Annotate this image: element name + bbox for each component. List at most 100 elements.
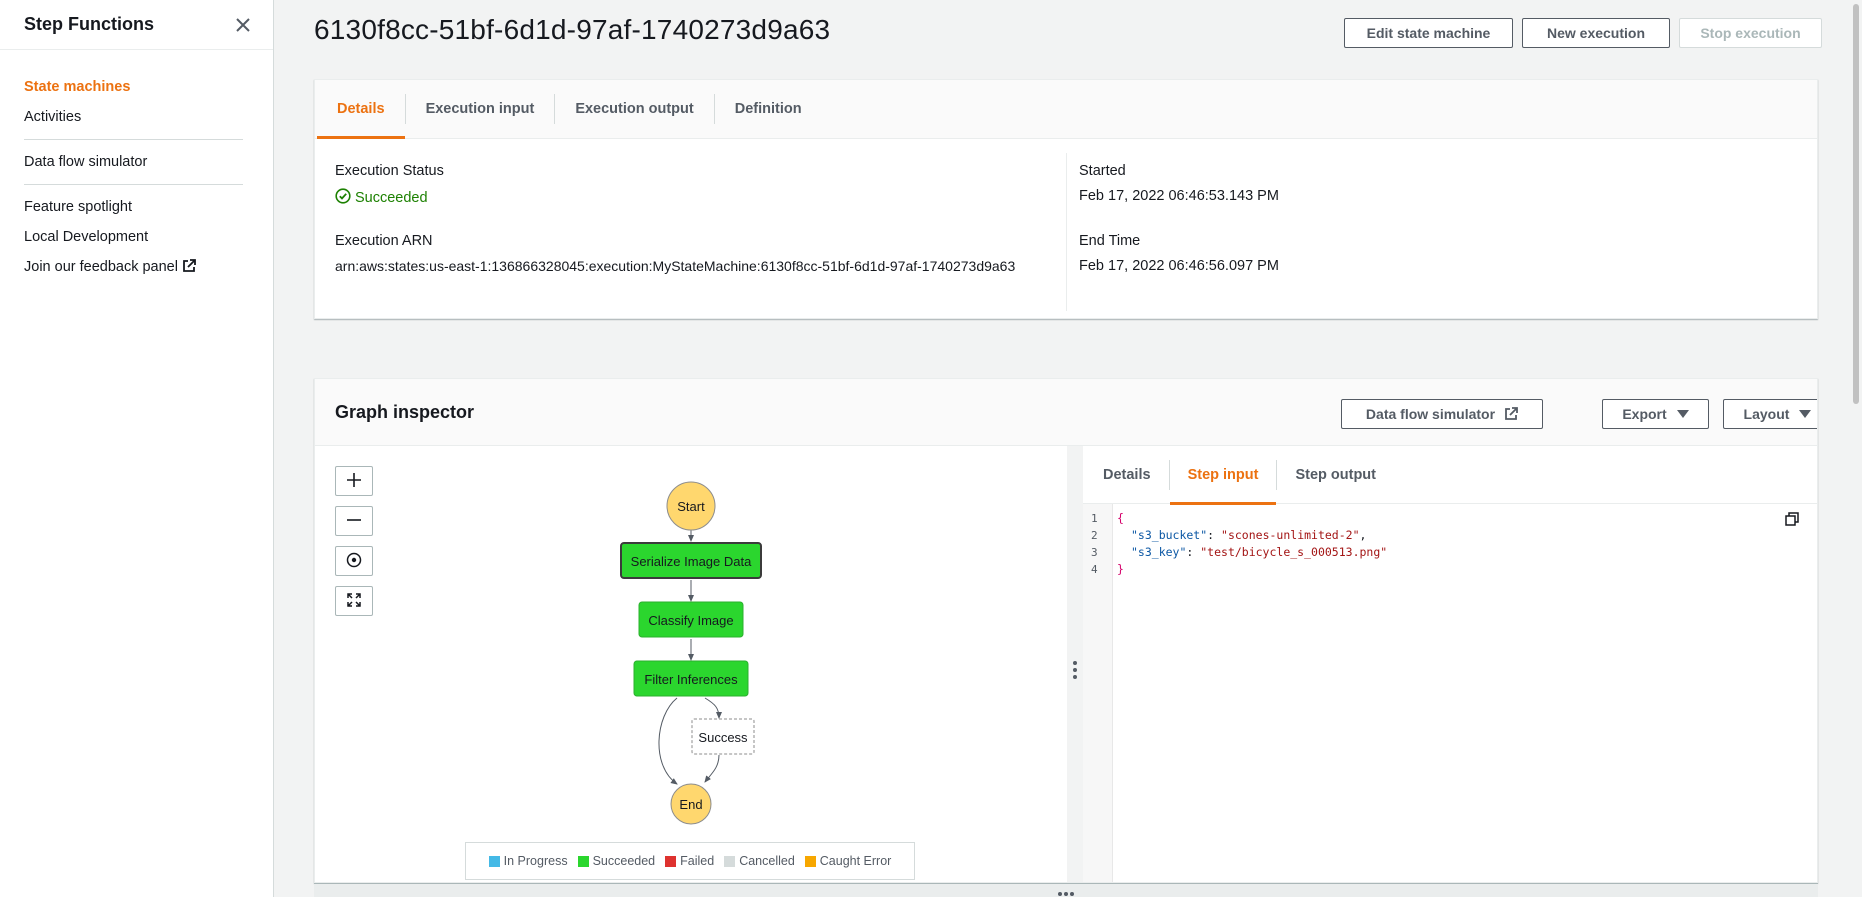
- graph-legend: In Progress Succeeded Failed Cancelled C…: [465, 842, 915, 880]
- graph-inspector-title: Graph inspector: [335, 401, 475, 422]
- tab-details[interactable]: Details: [317, 80, 405, 139]
- legend-succeeded: Succeeded: [577, 854, 656, 868]
- execution-status-label: Execution Status: [335, 163, 444, 179]
- copy-icon[interactable]: [1785, 512, 1799, 529]
- sidebar-item-state-machines[interactable]: State machines: [0, 72, 273, 102]
- panel-resize-handle[interactable]: [1067, 446, 1083, 882]
- export-dropdown[interactable]: Export: [1602, 399, 1709, 429]
- node-serialize-label: Serialize Image Data: [631, 554, 752, 569]
- line-number: 4: [1091, 563, 1098, 576]
- legend-caught-error: Caught Error: [804, 854, 891, 868]
- node-success: Success: [691, 718, 755, 755]
- page-scrollbar[interactable]: [1850, 0, 1862, 410]
- node-end: End: [670, 783, 712, 825]
- inspector-tabs: Details Step input Step output: [1083, 446, 1817, 505]
- sidebar: Step Functions State machines Activities…: [0, 0, 274, 897]
- target-icon: [346, 552, 362, 571]
- legend-in-progress: In Progress: [488, 854, 568, 868]
- json-code-viewer[interactable]: 1{ 2 "s3_bucket": "scones-unlimited-2", 3…: [1083, 504, 1817, 882]
- close-icon[interactable]: [233, 15, 253, 35]
- sidebar-item-data-flow-simulator[interactable]: Data flow simulator: [0, 147, 273, 177]
- legend-swatch: [804, 855, 816, 867]
- horizontal-dots-icon: [1057, 884, 1075, 897]
- data-flow-simulator-button[interactable]: Data flow simulator: [1341, 399, 1543, 429]
- started-value: Feb 17, 2022 06:46:53.143 PM: [1079, 188, 1279, 204]
- node-filter-inferences: Filter Inferences: [633, 660, 749, 697]
- graph-inspector-panel: Graph inspector Data flow simulator Expo…: [314, 378, 1818, 883]
- tab-step-output[interactable]: Step output: [1277, 446, 1394, 504]
- nav-divider: [24, 139, 243, 140]
- zoom-in-button[interactable]: [335, 466, 373, 496]
- legend-label: Succeeded: [592, 854, 656, 868]
- vertical-dots-icon: [1072, 660, 1078, 683]
- details-grid: Execution Status Succeeded Execution ARN…: [315, 139, 1817, 319]
- expand-icon: [346, 592, 362, 611]
- bottom-resize-handle[interactable]: [314, 883, 1818, 897]
- node-serialize-image-data: Serialize Image Data: [620, 542, 762, 579]
- node-success-label: Success: [698, 730, 748, 745]
- new-execution-button[interactable]: New execution: [1522, 18, 1670, 48]
- json-key: "s3_bucket": [1131, 528, 1208, 542]
- nav-divider: [24, 184, 243, 185]
- json-key: "s3_key": [1131, 545, 1187, 559]
- simulator-label: Data flow simulator: [1365, 406, 1496, 422]
- caret-down-icon: [1799, 410, 1812, 418]
- code-text: {: [1117, 511, 1124, 525]
- tab-definition[interactable]: Definition: [715, 80, 822, 138]
- node-start: Start: [666, 481, 716, 531]
- workflow-graph: Start Serialize Image Data Classify Imag…: [620, 481, 762, 825]
- feedback-panel-label: Join our feedback panel: [24, 259, 178, 275]
- code-text: }: [1117, 562, 1124, 576]
- tab-step-input[interactable]: Step input: [1169, 446, 1277, 505]
- legend-cancelled: Cancelled: [724, 854, 795, 868]
- graph-edges: [658, 530, 722, 785]
- sidebar-item-feedback-panel[interactable]: Join our feedback panel: [0, 252, 273, 282]
- tab-step-details[interactable]: Details: [1085, 446, 1169, 504]
- graph-inspector-header: Graph inspector: [315, 379, 1817, 446]
- execution-arn-value: arn:aws:states:us-east-1:136866328045:ex…: [335, 258, 1016, 274]
- legend-label: Cancelled: [739, 854, 795, 868]
- sidebar-nav: State machines Activities Data flow simu…: [0, 50, 273, 282]
- edge-filter-success: [704, 697, 722, 719]
- legend-label: In Progress: [503, 854, 568, 868]
- line-number: 2: [1091, 529, 1098, 542]
- execution-status-value: Succeeded: [335, 188, 428, 208]
- layout-dropdown[interactable]: Layout: [1723, 399, 1817, 429]
- json-value: "test/bicycle_s_000513.png": [1200, 545, 1388, 559]
- details-tabs: Details Execution input Execution output…: [315, 80, 1817, 139]
- success-check-icon: [335, 188, 351, 208]
- line-number: 1: [1091, 512, 1098, 525]
- node-end-label: End: [679, 797, 702, 812]
- graph-canvas[interactable]: Start Serialize Image Data Classify Imag…: [315, 446, 1067, 882]
- json-value: "scones-unlimited-2": [1221, 528, 1360, 542]
- node-start-label: Start: [677, 499, 705, 514]
- sidebar-title: Step Functions: [24, 14, 154, 34]
- page-title: 6130f8cc-51bf-6d1d-97af-1740273d9a63: [314, 14, 831, 45]
- legend-label: Failed: [680, 854, 715, 868]
- edge-success-end: [704, 754, 720, 783]
- external-link-icon: [1504, 407, 1518, 421]
- external-link-icon: [182, 254, 196, 284]
- node-classify-label: Classify Image: [648, 613, 733, 628]
- center-graph-button[interactable]: [335, 546, 373, 576]
- sidebar-item-local-development[interactable]: Local Development: [0, 222, 273, 252]
- end-time-value: Feb 17, 2022 06:46:56.097 PM: [1079, 258, 1279, 274]
- tab-execution-output[interactable]: Execution output: [555, 80, 713, 138]
- zoom-out-button[interactable]: [335, 506, 373, 536]
- node-classify-image: Classify Image: [638, 601, 744, 638]
- tab-execution-input[interactable]: Execution input: [406, 80, 555, 138]
- stop-execution-button[interactable]: Stop execution: [1679, 18, 1822, 48]
- legend-swatch: [665, 855, 677, 867]
- edit-state-machine-button[interactable]: Edit state machine: [1344, 18, 1513, 48]
- minus-icon: [346, 512, 362, 531]
- sidebar-header: Step Functions: [0, 0, 273, 50]
- status-text: Succeeded: [355, 190, 428, 206]
- fit-graph-button[interactable]: [335, 586, 373, 616]
- legend-swatch: [577, 855, 589, 867]
- execution-arn-label: Execution ARN: [335, 233, 433, 249]
- sidebar-item-feature-spotlight[interactable]: Feature spotlight: [0, 192, 273, 222]
- column-divider: [1066, 153, 1067, 311]
- sidebar-item-activities[interactable]: Activities: [0, 102, 273, 132]
- end-time-label: End Time: [1079, 233, 1141, 249]
- started-label: Started: [1079, 163, 1126, 179]
